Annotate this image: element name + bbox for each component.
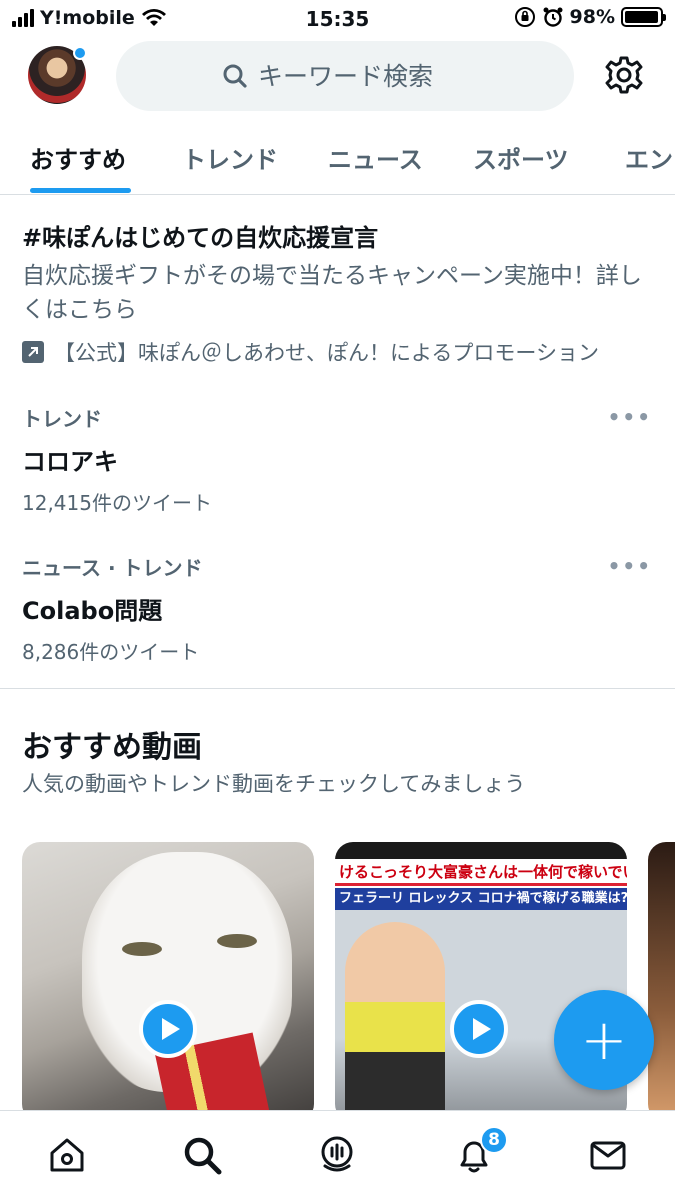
video-thumbnail-person [345, 922, 445, 1122]
trend-item[interactable]: トレンド コロアキ 12,415件のツイート ••• [22, 403, 662, 516]
search-input[interactable] [258, 61, 468, 91]
more-icon[interactable]: ••• [608, 554, 652, 578]
trend-name: コロアキ [22, 448, 118, 476]
video-card[interactable] [22, 842, 314, 1122]
video-caption-banner: フェラーリ ロレックス コロナ禍で稼げる職業は?? [335, 888, 627, 910]
bottom-nav [0, 1110, 675, 1200]
thumbnail-detail [217, 934, 257, 948]
promo-attribution: 【公式】味ぽん＠しあわせ、ぽん！によるプロモーション [22, 337, 662, 367]
search-icon [223, 64, 247, 88]
videos-section-title: おすすめ動画 [22, 730, 202, 765]
explore-tabs: おすすめ トレンド ニュース スポーツ エン [0, 128, 675, 195]
play-icon[interactable] [450, 1000, 508, 1058]
trend-tweet-count: 8,286件のツイート [22, 640, 200, 664]
tab-trending[interactable]: トレンド [182, 140, 278, 175]
gear-icon[interactable] [604, 55, 644, 95]
section-divider [0, 688, 675, 689]
promoted-trend[interactable]: #味ぽんはじめての自炊応援宣言 自炊応援ギフトがその場で当たるキャンペーン実施中… [22, 218, 662, 367]
compose-tweet-button[interactable]: + [554, 990, 654, 1090]
tab-recommended[interactable]: おすすめ [30, 140, 126, 175]
status-right: 98% [514, 6, 666, 28]
trend-category: トレンド [22, 407, 102, 431]
mail-icon[interactable] [586, 1133, 630, 1177]
alarm-icon [543, 7, 563, 27]
search-nav-icon[interactable] [180, 1133, 224, 1177]
trend-category: ニュース · トレンド [22, 556, 203, 580]
thumbnail-detail [122, 942, 162, 956]
trend-name: Colabo問題 [22, 597, 163, 625]
tab-entertainment[interactable]: エン [625, 140, 673, 175]
external-link-icon [22, 341, 44, 363]
status-bar: Y!mobile 15:35 98% [0, 0, 675, 38]
battery-percent: 98% [569, 6, 615, 28]
orientation-lock-icon [514, 7, 535, 27]
play-icon[interactable] [139, 1000, 197, 1058]
notifications-badge: 8 [480, 1126, 508, 1154]
more-icon[interactable]: ••• [608, 405, 652, 429]
video-caption-banner: けるこっそり大富豪さんは一体何で稼いでいる [335, 860, 627, 886]
promo-title: #味ぽんはじめての自炊応援宣言 [22, 224, 379, 252]
home-icon[interactable] [45, 1133, 89, 1177]
tab-news[interactable]: ニュース [328, 140, 423, 175]
battery-fill [625, 11, 659, 23]
trend-item[interactable]: ニュース · トレンド Colabo問題 8,286件のツイート ••• [22, 552, 662, 665]
search-bar[interactable] [116, 41, 574, 111]
promo-by-text: 【公式】味ぽん＠しあわせ、ぽん！によるプロモーション [54, 341, 599, 365]
tab-sports[interactable]: スポーツ [473, 140, 569, 175]
promo-description: 自炊応援ギフトがその場で当たるキャンペーン実施中！詳しくはこちら [22, 263, 642, 323]
active-tab-indicator [30, 188, 131, 193]
battery-icon [621, 7, 666, 27]
spaces-icon[interactable] [315, 1133, 359, 1177]
video-card-partial[interactable] [648, 842, 675, 1122]
trend-tweet-count: 12,415件のツイート [22, 491, 212, 515]
videos-section-subtitle: 人気の動画やトレンド動画をチェックしてみましょう [22, 772, 526, 796]
avatar-notification-dot [73, 46, 87, 60]
